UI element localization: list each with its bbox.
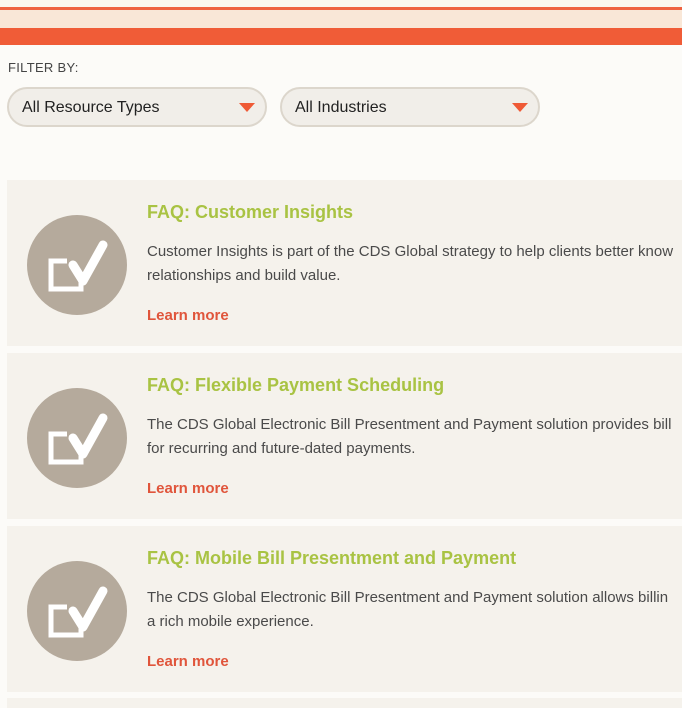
resource-card: FAQ: Flexible Payment Scheduling The CDS… [7,353,682,519]
card-description-line: The CDS Global Electronic Bill Presentme… [147,589,669,606]
card-description: The CDS Global Electronic Bill Presentme… [147,413,682,461]
learn-more-link[interactable]: Learn more [147,480,229,497]
card-title[interactable]: FAQ: Flexible Payment Scheduling [147,375,444,396]
header-accent-bar [0,28,682,45]
card-description-line: for recurring and future-dated payments. [147,440,416,457]
resource-card: FAQ: Mobile Bill Presentment and Payment… [7,526,682,692]
next-card-edge [7,698,682,708]
learn-more-link[interactable]: Learn more [147,653,229,670]
card-description-line: a rich mobile experience. [147,613,314,630]
caret-down-icon [239,103,255,112]
card-description-line: The CDS Global Electronic Bill Presentme… [147,416,672,433]
card-description-line: Customer Insights is part of the CDS Glo… [147,243,674,260]
card-title[interactable]: FAQ: Customer Insights [147,202,353,223]
resource-type-select[interactable]: All Resource Types [7,87,267,127]
checkbox-check-icon [27,215,127,315]
card-description: Customer Insights is part of the CDS Glo… [147,240,682,288]
filter-label: FILTER BY: [8,60,79,75]
industry-value: All Industries [295,99,387,116]
learn-more-link[interactable]: Learn more [147,307,229,324]
resource-type-value: All Resource Types [22,99,160,116]
checkbox-check-icon [27,561,127,661]
checkbox-check-icon [27,388,127,488]
caret-down-icon [512,103,528,112]
header-stripe-band [0,10,682,28]
resource-card: FAQ: Customer Insights Customer Insights… [7,180,682,346]
card-description-line: relationships and build value. [147,267,341,284]
card-title[interactable]: FAQ: Mobile Bill Presentment and Payment [147,548,516,569]
industry-select[interactable]: All Industries [280,87,540,127]
card-description: The CDS Global Electronic Bill Presentme… [147,586,682,634]
